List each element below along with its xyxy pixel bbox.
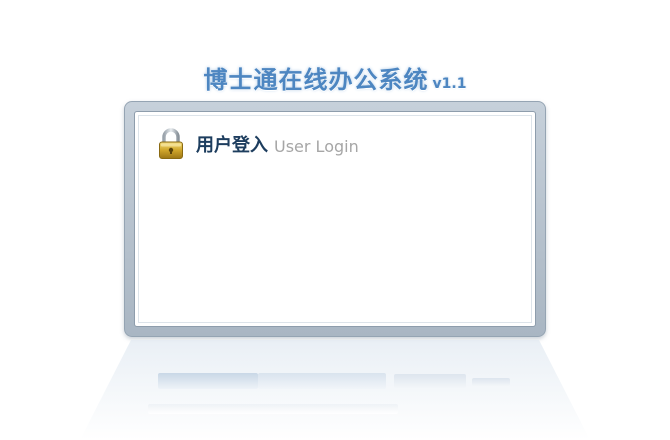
reflection-button	[394, 374, 466, 388]
app-version: v1.1	[432, 76, 467, 92]
form-reflection	[158, 373, 510, 391]
reflection-link	[472, 378, 510, 386]
app-title-text: 博士通在线办公系统	[203, 66, 429, 94]
app-title: 博士通在线办公系统 v1.1	[0, 60, 670, 95]
reflection-input-field	[258, 373, 386, 389]
login-title-zh: 用户登入	[196, 135, 268, 156]
form-reflection-row2	[148, 404, 398, 414]
login-title-en: User Login	[274, 136, 359, 156]
padlock-icon	[158, 128, 184, 160]
reflection-input-label	[158, 373, 258, 389]
login-header: 用户登入 User Login	[158, 127, 359, 161]
